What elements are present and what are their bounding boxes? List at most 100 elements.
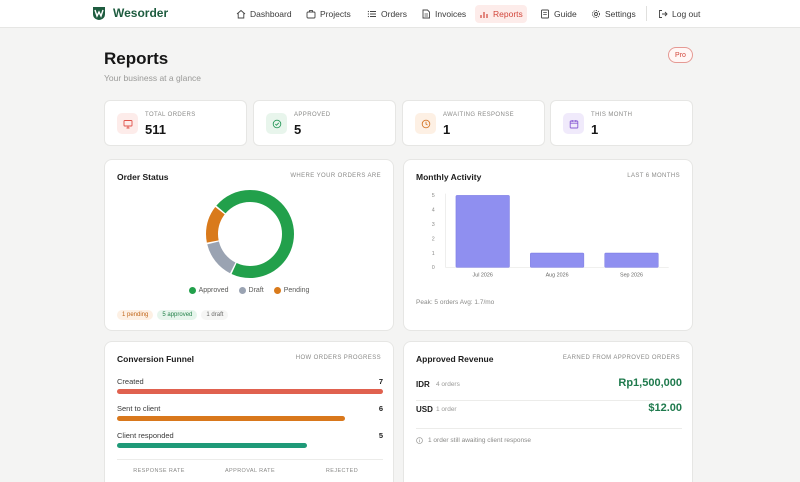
order-count: 1 order: [436, 406, 457, 413]
brand-logo[interactable]: Wesorder: [91, 5, 168, 21]
stat-card-awaiting: AWAITING RESPONSE 1: [402, 100, 545, 146]
shield-logo-icon: [93, 7, 105, 20]
revenue-row-idr: IDR 4 orders Rp1,500,000: [416, 374, 682, 396]
x-tick-label: Aug 2026: [546, 272, 569, 278]
response-rate-label: RESPONSE RATE: [133, 468, 185, 474]
funnel-label: Client responded: [117, 431, 174, 440]
chart-icon: [480, 12, 488, 18]
stat-value: 1: [443, 122, 451, 137]
pending-pill: 1 pending: [117, 310, 154, 320]
list-icon: [367, 10, 376, 18]
nav-projects-label: Projects: [320, 9, 351, 19]
nav-dashboard[interactable]: Dashboard: [232, 5, 296, 23]
row-divider: [416, 428, 682, 429]
stat-value: 511: [145, 122, 166, 137]
bar-aug-2026: [530, 252, 585, 268]
approved-revenue-panel: Approved Revenue EARNED FROM APPROVED OR…: [403, 341, 693, 482]
awaiting-note: 1 order still awaiting client response: [416, 437, 531, 444]
panel-title: Conversion Funnel: [117, 354, 194, 364]
stat-label: APPROVED: [294, 112, 331, 118]
bar-sep-2026: [604, 252, 659, 268]
x-tick-label: Sep 2026: [620, 272, 643, 278]
draft-pill: 1 draft: [201, 310, 229, 320]
stat-value: 1: [591, 122, 599, 137]
funnel-bar: [117, 389, 383, 394]
y-tick-label: 4: [432, 208, 435, 214]
book-icon: [541, 9, 549, 19]
logout-button[interactable]: Log out: [654, 5, 704, 23]
logout-icon: [659, 10, 668, 18]
stat-icon-box: [117, 113, 138, 134]
page-subtitle: Your business at a glance: [104, 73, 202, 83]
nav-settings[interactable]: Settings: [587, 5, 640, 23]
funnel-label: Created: [117, 377, 144, 386]
gear-icon: [592, 10, 600, 18]
nav-invoices[interactable]: Invoices: [417, 5, 470, 23]
stat-icon-box: [415, 113, 436, 134]
revenue-row-usd: USD 1 order $12.00: [416, 399, 682, 421]
y-tick-label: 0: [432, 265, 435, 271]
funnel-row-sent: Sent to client 6: [117, 404, 383, 421]
logout-label: Log out: [672, 9, 701, 19]
order-status-panel: Order Status WHERE YOUR ORDERS ARE Appro…: [104, 159, 394, 331]
info-icon: [416, 437, 423, 444]
panel-title: Monthly Activity: [416, 172, 482, 182]
panel-title: Order Status: [117, 172, 169, 182]
funnel-row-created: Created 7: [117, 377, 383, 394]
funnel-count: 6: [378, 404, 383, 413]
currency-code: IDR: [416, 380, 430, 389]
nav-settings-label: Settings: [605, 9, 636, 19]
document-icon: [422, 9, 430, 19]
x-tick-label: Jul 2026: [473, 272, 493, 278]
stat-card-this-month: THIS MONTH 1: [550, 100, 693, 146]
y-tick-label: 5: [432, 193, 435, 199]
funnel-label: Sent to client: [117, 404, 161, 413]
monthly-activity-panel: Monthly Activity LAST 6 MONTHS 0 1 2 3 4 5 Jul…: [403, 159, 693, 331]
y-tick-label: 1: [432, 251, 435, 257]
legend-item-pending: Pending: [273, 287, 310, 294]
briefcase-icon: [306, 10, 316, 19]
approved-pill: 5 approved: [157, 310, 198, 320]
funnel-bar: [117, 416, 345, 421]
page-title: Reports: [104, 49, 169, 68]
nav-guide[interactable]: Guide: [536, 5, 581, 23]
nav-dashboard-label: Dashboard: [250, 9, 292, 19]
brand-name: Wesorder: [113, 6, 169, 20]
stat-label: TOTAL ORDERS: [145, 112, 196, 118]
nav-projects[interactable]: Projects: [302, 5, 355, 23]
top-navbar: Wesorder Dashboard Projects Orders Invoi…: [0, 0, 800, 28]
nav-invoices-label: Invoices: [435, 9, 467, 19]
funnel-track: [117, 416, 383, 421]
funnel-track: [117, 389, 383, 394]
donut-legend: Approved Draft Pending: [105, 287, 393, 294]
approval-rate-label: APPROVAL RATE: [224, 468, 276, 474]
awaiting-note-text: 1 order still awaiting client response: [428, 437, 531, 444]
rejected-label: REJECTED: [325, 468, 359, 474]
stat-icon-box: [563, 113, 584, 134]
nav-orders-label: Orders: [381, 9, 407, 19]
stat-label: THIS MONTH: [591, 112, 633, 118]
nav-guide-label: Guide: [554, 9, 577, 19]
order-count: 4 orders: [436, 381, 460, 388]
stat-icon-box: [266, 113, 287, 134]
legend-item-approved: Approved: [188, 287, 229, 294]
pro-badge: Pro: [668, 47, 693, 63]
funnel-bar: [117, 443, 307, 448]
nav-reports[interactable]: Reports: [475, 5, 527, 23]
calendar-icon: [569, 119, 578, 128]
bar-jul-2026: [455, 195, 510, 268]
legend-label: Approved: [198, 287, 229, 294]
legend-label: Pending: [283, 287, 310, 294]
funnel-row-responded: Client responded 5: [117, 431, 383, 448]
clock-icon: [421, 119, 430, 128]
panel-title: Approved Revenue: [416, 354, 494, 364]
panel-caption: WHERE YOUR ORDERS ARE: [290, 173, 381, 179]
peak-summary: Peak: 5 orders Avg: 1.7/mo: [416, 299, 495, 306]
funnel-count: 7: [378, 377, 383, 386]
revenue-amount: $12.00: [648, 402, 682, 414]
status-pills: 1 pending 5 approved 1 draft: [117, 310, 229, 320]
stat-card-approved: APPROVED 5: [253, 100, 396, 146]
nav-orders[interactable]: Orders: [363, 5, 411, 23]
y-tick-label: 3: [432, 222, 435, 228]
order-status-donut-chart: [206, 190, 294, 278]
